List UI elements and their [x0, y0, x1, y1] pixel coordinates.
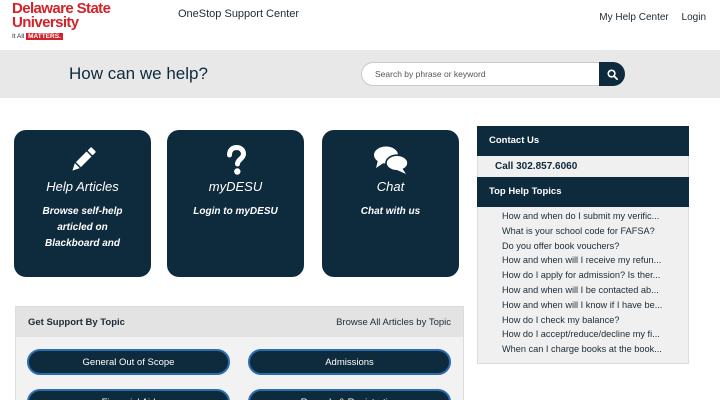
topics-header: Get Support By Topic Browse All Articles…	[16, 307, 463, 337]
help-articles-tile[interactable]: Help Articles Browse self-help articled …	[14, 130, 151, 277]
top-help-topics-list: How and when do I submit my verific... W…	[502, 209, 684, 357]
hero-title: How can we help?	[69, 64, 208, 83]
search-icon	[606, 68, 618, 80]
help-topic-link[interactable]: How do I apply for admission? Is ther...	[502, 268, 684, 283]
site-header: Delaware State University It All MATTERS…	[0, 0, 720, 50]
question-mark-icon	[167, 144, 304, 176]
pencil-icon	[14, 144, 151, 176]
browse-all-articles-link[interactable]: Browse All Articles by Topic	[336, 317, 451, 328]
help-topic-link[interactable]: How do I accept/reduce/decline my fi...	[502, 327, 684, 342]
search-input[interactable]	[361, 62, 601, 86]
tile-title: myDESU	[208, 179, 263, 194]
help-topic-link[interactable]: What is your school code for FAFSA?	[502, 224, 684, 239]
mydesu-tile[interactable]: myDESU Login to myDESU	[167, 130, 304, 277]
tile-description: Browse self-help articled on Blackboard …	[42, 206, 123, 249]
topics-title: Get Support By Topic	[28, 317, 125, 328]
help-topic-link[interactable]: Do you offer book vouchers?	[502, 239, 684, 254]
help-topic-link[interactable]: How do I check my balance?	[502, 313, 684, 328]
top-help-topics-heading: Top Help Topics	[477, 177, 689, 207]
logo-tagline-prefix: It All	[12, 33, 25, 40]
chat-bubbles-icon	[322, 144, 459, 176]
help-topic-link[interactable]: How and when do I submit my verific...	[502, 209, 684, 224]
search-button[interactable]	[599, 62, 625, 86]
tile-title: Help Articles	[46, 179, 119, 194]
logo-text-line2: University	[12, 14, 79, 31]
site-title[interactable]: OneStop Support Center	[178, 8, 299, 20]
help-topic-link[interactable]: When can I charge books at the book...	[502, 342, 684, 357]
login-link[interactable]: Login	[682, 12, 706, 23]
university-logo[interactable]: Delaware State University It All MATTERS…	[12, 1, 111, 40]
logo-tagline: It All MATTERS.	[12, 33, 110, 40]
help-topic-link[interactable]: How and when will I be contacted ab...	[502, 283, 684, 298]
logo-tagline-highlight: MATTERS.	[26, 33, 63, 40]
topic-button-general-out-of-scope[interactable]: General Out of Scope	[27, 349, 230, 375]
search-bar	[361, 62, 625, 86]
tile-description: Chat with us	[360, 206, 421, 217]
topic-button-admissions[interactable]: Admissions	[248, 349, 451, 375]
help-topic-link[interactable]: How and when will I know if I have be...	[502, 298, 684, 313]
top-nav: My Help Center Login	[589, 12, 706, 23]
search-hero: How can we help?	[0, 50, 720, 98]
contact-phone[interactable]: Call 302.857.6060	[495, 161, 577, 172]
topic-button-records-registration[interactable]: Records & Registration	[248, 389, 451, 400]
my-help-center-link[interactable]: My Help Center	[599, 12, 668, 23]
chat-tile[interactable]: Chat Chat with us	[322, 130, 459, 277]
support-by-topic-section: Get Support By Topic Browse All Articles…	[15, 306, 464, 400]
help-topic-link[interactable]: How and when will I receive my refun...	[502, 253, 684, 268]
topic-button-financial-aid[interactable]: Financial Aid	[27, 389, 230, 400]
tile-title: Chat	[376, 179, 405, 194]
tile-description: Login to myDESU	[193, 206, 278, 217]
contact-us-heading: Contact Us	[477, 126, 689, 156]
sidebar-panel: Contact Us Call 302.857.6060 Top Help To…	[477, 126, 689, 364]
